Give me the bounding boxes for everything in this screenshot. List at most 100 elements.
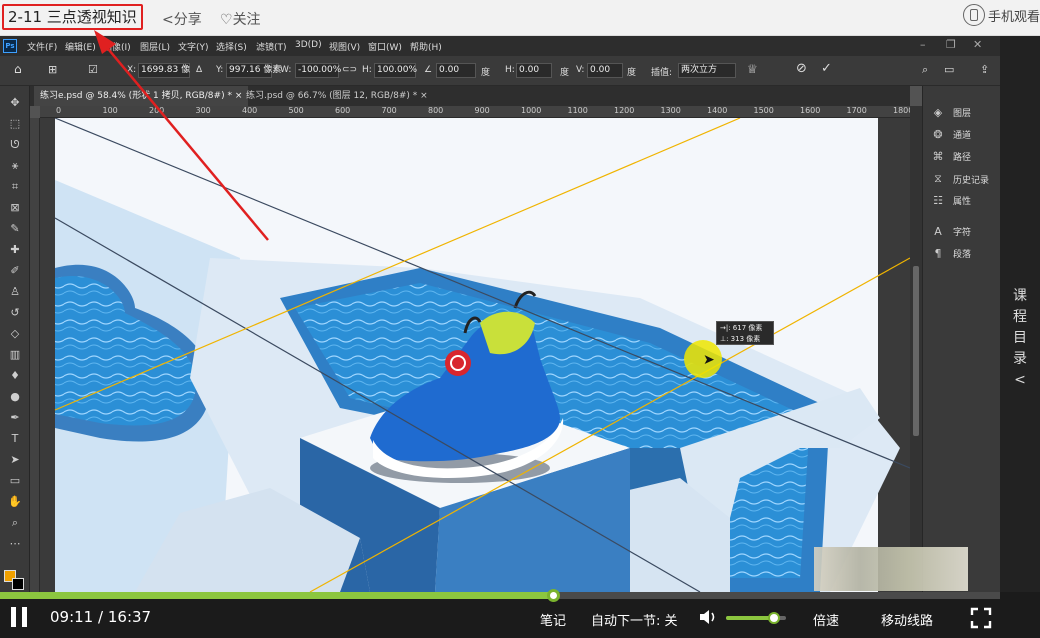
ruler-tick: 700: [381, 106, 397, 115]
course-catalog-char: 录: [1013, 351, 1027, 367]
share-export-icon: ⇪: [980, 63, 990, 76]
course-catalog-char: 目: [1013, 330, 1027, 346]
cursor-arrow-icon: ➤: [703, 352, 715, 368]
layers-icon: ◈: [933, 106, 943, 119]
measure-tooltip: →|: 617 像素 ⊥: 313 像素: [716, 321, 774, 345]
tab-close-icon: ×: [420, 91, 428, 101]
notes-button[interactable]: 笔记: [540, 610, 566, 629]
paragraph-icon: ¶: [934, 247, 942, 260]
panel-label: 段落: [953, 250, 972, 260]
w-field: -100.00%: [295, 63, 341, 78]
time-display: 09:11 / 16:37: [50, 608, 151, 626]
volume-icon[interactable]: [698, 607, 718, 627]
panel-label: 字符: [953, 228, 972, 238]
panel-properties: ☷ 属性: [931, 194, 971, 207]
panel-layers: ◈ 图层: [931, 106, 971, 119]
ruler-tick: 900: [474, 106, 490, 115]
interp-select: 两次立方: [678, 63, 736, 78]
shape-tool-icon: ▭: [9, 474, 21, 487]
course-catalog-tab[interactable]: 课 程 目 录 <: [1000, 36, 1040, 592]
background-color-swatch: [12, 578, 24, 590]
vskew-label: V:: [576, 65, 585, 75]
course-catalog-char: 课: [1013, 288, 1027, 304]
pause-button[interactable]: [9, 607, 29, 629]
gradient-icon: ▥: [9, 348, 21, 361]
current-time: 09:11: [50, 608, 94, 626]
ps-panels: ◈ 图层 ❂ 通道 ⌘ 路径 ⧖ 历史记录 ☷ 属性 A 字符 ¶ 段落: [922, 86, 1000, 592]
blurred-watermark: [814, 547, 968, 591]
ruler-tick: 600: [335, 106, 351, 115]
pause-icon-bar: [22, 607, 27, 627]
panel-channels: ❂ 通道: [931, 128, 971, 141]
commit-transform-icon: ✓: [821, 61, 832, 76]
autonext-toggle[interactable]: 自动下一节: 关: [591, 610, 678, 629]
brush-tool-icon: ✐: [10, 264, 20, 277]
more-tools-icon: ⋯: [9, 537, 21, 550]
type-tool-icon: T: [11, 432, 19, 445]
blur-tool-icon: ♦: [10, 369, 20, 382]
panel-label: 路径: [953, 153, 972, 163]
chevron-left-icon: <: [1014, 372, 1026, 388]
pen-tool-icon: ✒: [10, 411, 20, 424]
time-separator: /: [98, 608, 104, 626]
ruler-tick: 1700: [846, 106, 867, 115]
channels-icon: ❂: [933, 128, 943, 141]
progress-bar[interactable]: [0, 589, 1000, 602]
speed-button[interactable]: 倍速: [813, 610, 839, 629]
hand-tool-icon: ✋: [8, 495, 22, 508]
panel-label: 属性: [953, 197, 972, 207]
panel-label: 历史记录: [953, 175, 990, 186]
total-time: 16:37: [107, 608, 152, 626]
pause-icon: [11, 607, 16, 627]
minimize-icon: –: [920, 38, 926, 51]
measure-line: →|: 617 像素: [720, 324, 763, 332]
dodge-tool-icon: ●: [10, 390, 20, 403]
phone-icon: [962, 4, 985, 26]
paths-icon: ⌘: [932, 150, 944, 163]
hskew-unit: 度: [560, 68, 570, 78]
volume-slider[interactable]: [726, 612, 786, 624]
history-icon: ⧖: [934, 172, 942, 185]
character-icon: A: [934, 225, 942, 238]
path-select-icon: ➤: [10, 453, 20, 466]
properties-icon: ☷: [933, 194, 943, 207]
angle-icon: ∠: [424, 65, 433, 75]
interp-label: 插值:: [651, 68, 673, 78]
warp-icon: ♕: [747, 62, 758, 76]
workspace-icon: ▭: [944, 63, 955, 76]
ps-menu-item: 帮助(H): [410, 43, 442, 53]
panel-history: ⧖ 历史记录: [931, 172, 989, 186]
volume-fill: [726, 616, 774, 620]
panel-paths: ⌘ 路径: [931, 150, 972, 163]
progress-knob[interactable]: [546, 589, 560, 602]
route-button[interactable]: 移动线路: [881, 610, 933, 629]
ruler-tick: 1600: [800, 106, 821, 115]
ruler-tick: 1100: [567, 106, 588, 115]
panel-paragraph: ¶ 段落: [931, 247, 972, 260]
fullscreen-icon[interactable]: [970, 607, 992, 629]
h-field: 100.00%: [374, 63, 417, 78]
ruler-tick: 1400: [707, 106, 728, 115]
angle-field: 0.00: [436, 63, 476, 78]
zoom-tool-icon: ⌕: [11, 516, 19, 529]
stamp-tool-icon: ♙: [10, 285, 20, 298]
ps-menu-item: 视图(V): [329, 43, 361, 53]
measure-line: ⊥: 313 像素: [720, 335, 761, 343]
angle-unit: 度: [481, 68, 491, 78]
search-icon: ⌕: [922, 63, 929, 76]
close-icon: ✕: [973, 38, 983, 51]
panel-character: A 字符: [931, 225, 971, 238]
hskew-field: 0.00: [516, 63, 552, 78]
vskew-field: 0.00: [587, 63, 623, 78]
cancel-transform-icon: ⊘: [796, 61, 807, 76]
scrollbar-thumb: [913, 266, 919, 436]
volume-knob[interactable]: [768, 612, 780, 624]
mobile-watch-label: 手机观看: [987, 9, 1040, 25]
eraser-icon: ◇: [10, 327, 20, 340]
mobile-watch-button[interactable]: 手机观看: [962, 4, 1040, 26]
hskew-label: H:: [505, 65, 515, 75]
ruler-tick: 1500: [753, 106, 774, 115]
restore-icon: ❐: [946, 38, 956, 51]
ps-menu-item: 窗口(W): [368, 43, 402, 53]
canvas-scrollbar: [910, 106, 922, 592]
